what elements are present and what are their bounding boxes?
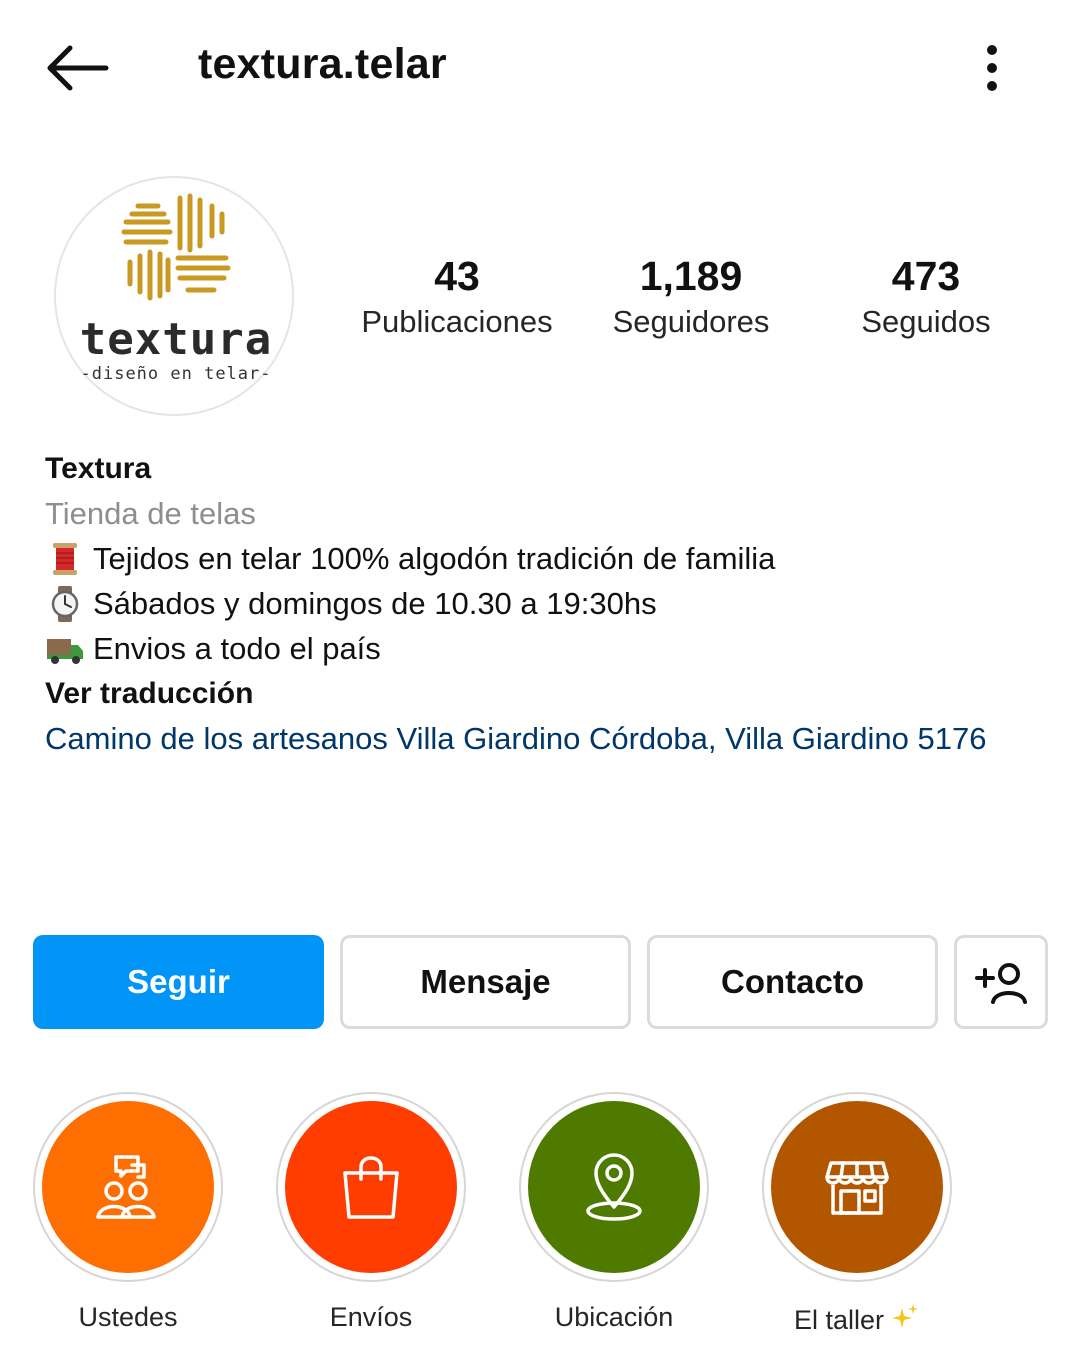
highlight-cover	[42, 1101, 214, 1273]
bio-line-text: Sábados y domingos de 10.30 a 19:30hs	[93, 586, 657, 621]
highlight-label: Ubicación	[554, 1302, 674, 1332]
thread-spool-icon	[53, 542, 77, 575]
people-chat-icon	[96, 1155, 156, 1219]
stat-followers-label: Seguidores	[612, 304, 770, 339]
more-vertical-icon	[987, 45, 997, 91]
truck-icon	[47, 638, 83, 664]
suggested-users-button[interactable]	[954, 935, 1048, 1029]
stat-followers-count: 1,189	[639, 253, 743, 299]
highlight-ustedes[interactable]: Ustedes	[33, 1092, 223, 1333]
arrow-left-icon	[47, 45, 109, 91]
storefront-icon	[825, 1161, 889, 1215]
highlight-label: El taller	[762, 1302, 952, 1336]
highlight-cover	[528, 1101, 700, 1273]
highlight-label-text: El taller	[793, 1305, 885, 1335]
stat-followers[interactable]: 1,189 Seguidores	[571, 250, 811, 340]
stat-posts-label: Publicaciones	[361, 304, 553, 339]
highlight-ubicacion[interactable]: Ubicación	[519, 1092, 709, 1333]
location-pin-icon	[586, 1153, 642, 1221]
profile-page: textura.telar textura -diseño en telar- …	[0, 0, 1080, 1364]
add-person-icon	[975, 963, 1027, 1004]
bio-line: Envios a todo el país	[45, 626, 1045, 671]
highlight-ring	[276, 1092, 466, 1282]
bio-line-text: Tejidos en telar 100% algodón tradición …	[93, 541, 776, 576]
bio-line: Tejidos en telar 100% algodón tradición …	[45, 536, 1045, 581]
see-translation-link[interactable]: Ver traducción	[45, 671, 1045, 716]
contact-button[interactable]: Contacto	[647, 935, 938, 1029]
business-category: Tienda de telas	[45, 496, 256, 531]
top-bar: textura.telar	[0, 0, 1080, 140]
sparkles-icon	[892, 1304, 919, 1328]
logo-tagline: -diseño en telar-	[80, 364, 272, 384]
watch-icon	[51, 585, 79, 622]
back-button[interactable]	[40, 40, 112, 96]
follow-button[interactable]: Seguir	[33, 935, 324, 1029]
highlight-el-taller[interactable]: El taller	[762, 1092, 952, 1336]
highlight-cover	[285, 1101, 457, 1273]
highlight-ring	[519, 1092, 709, 1282]
highlight-label: Envíos	[329, 1302, 413, 1332]
highlight-ring	[762, 1092, 952, 1282]
highlight-label: Ustedes	[78, 1302, 178, 1332]
stat-following-label: Seguidos	[861, 304, 991, 339]
stat-following[interactable]: 473 Seguidos	[806, 250, 1046, 340]
profile-bio: Textura Tienda de telas Tejidos en telar…	[45, 446, 1045, 761]
bio-line-text: Envios a todo el país	[93, 631, 381, 666]
logo-wordmark: textura	[79, 314, 273, 365]
message-button[interactable]: Mensaje	[340, 935, 631, 1029]
shopping-bag-icon	[343, 1156, 399, 1219]
address-link[interactable]: Camino de los artesanos Villa Giardino C…	[45, 716, 1045, 761]
bio-line: Sábados y domingos de 10.30 a 19:30hs	[45, 581, 1045, 626]
stat-posts-count: 43	[434, 253, 480, 299]
stat-following-count: 473	[891, 253, 961, 299]
highlight-envios[interactable]: Envíos	[276, 1092, 466, 1333]
woven-logo-icon	[121, 193, 231, 301]
highlight-cover	[771, 1101, 943, 1273]
profile-avatar[interactable]: textura -diseño en telar-	[54, 176, 294, 416]
highlight-ring	[33, 1092, 223, 1282]
stat-posts[interactable]: 43 Publicaciones	[337, 250, 577, 340]
more-options-button[interactable]	[968, 40, 1016, 96]
display-name: Textura	[45, 452, 152, 485]
profile-username: textura.telar	[198, 40, 447, 88]
